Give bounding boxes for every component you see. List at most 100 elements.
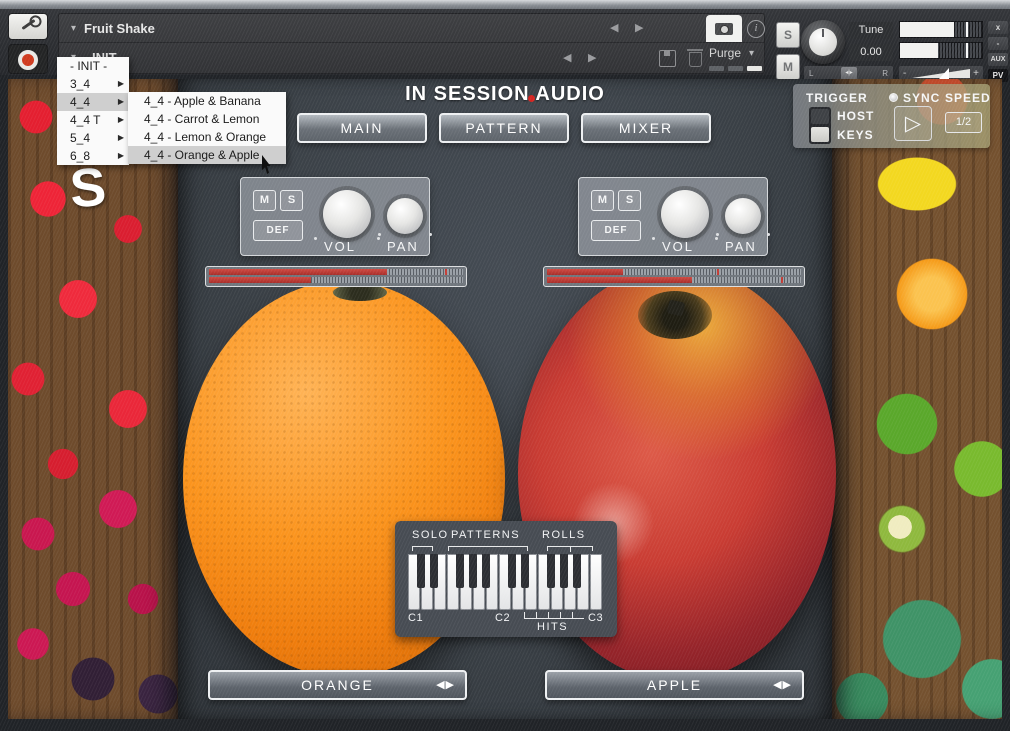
aux-button[interactable]: AUX: [988, 53, 1008, 66]
toggle-host-cell[interactable]: [811, 109, 829, 124]
meter-left: [899, 21, 983, 38]
load-fill: [209, 277, 311, 283]
instrument-body: [1 S IN SESSION AUDIO MAIN PATTERN MIXER…: [8, 79, 1002, 719]
trigger-panel: TRIGGER SYNC SPEED HOST KEYS ▷ 1/2: [793, 84, 990, 148]
preset-menu: - INIT - 3_4 ▶ 4_4 ▶ 4_4 T ▶ 5_4 ▶ 6_8 ▶: [57, 57, 129, 165]
save-icon[interactable]: [659, 50, 676, 67]
toggle-keys-cell[interactable]: [811, 127, 829, 142]
tab-mixer[interactable]: MIXER: [581, 113, 711, 143]
submenu-item-carrot-lemon[interactable]: 4_4 - Carrot & Lemon: [128, 110, 286, 128]
sync-radio[interactable]: [889, 93, 898, 102]
host-label: HOST: [837, 109, 874, 123]
prev-preset-button[interactable]: ◀: [563, 51, 571, 64]
title-dropdown-icon[interactable]: ▾: [71, 23, 76, 34]
fruit-name: APPLE: [647, 677, 702, 693]
volume-knob[interactable]: [661, 190, 709, 238]
channel-strip-apple: M S DEF VOL PAN: [578, 177, 768, 256]
status-bar: [728, 66, 743, 71]
purge-dropdown[interactable]: Purge ▾: [709, 46, 765, 60]
default-button[interactable]: DEF: [253, 220, 303, 241]
header-mute-button[interactable]: M: [776, 54, 800, 80]
patterns-range-label: PATTERNS: [451, 529, 520, 541]
pan-knob[interactable]: [387, 198, 423, 234]
pan-knob[interactable]: [725, 198, 761, 234]
load-bar: [547, 277, 801, 283]
next-fruit-icon[interactable]: ▶: [783, 679, 792, 691]
menu-item-init[interactable]: - INIT -: [57, 57, 129, 75]
brand-record-button[interactable]: [8, 44, 48, 74]
rolls-range-label: ROLLS: [542, 529, 586, 541]
patterns-bracket: [448, 546, 528, 551]
black-key[interactable]: [417, 554, 425, 588]
fruit-selector-apple[interactable]: APPLE ◀▶: [545, 670, 804, 700]
solo-button[interactable]: S: [280, 190, 303, 211]
tune-value[interactable]: 0.00: [849, 44, 893, 61]
memory-status-bars: [709, 66, 762, 71]
load-tick: [781, 277, 783, 283]
black-key[interactable]: [560, 554, 568, 588]
prev-instrument-button[interactable]: ◀: [610, 21, 618, 34]
view-tab[interactable]: [706, 15, 742, 42]
menu-item-4-4t[interactable]: 4_4 T ▶: [57, 111, 129, 129]
next-fruit-icon[interactable]: ▶: [446, 679, 455, 691]
purge-label: Purge: [709, 46, 741, 60]
black-key[interactable]: [456, 554, 464, 588]
volume-knob[interactable]: [323, 190, 371, 238]
octave-label-c3: C3: [588, 612, 603, 624]
vol-label: VOL: [324, 239, 356, 254]
tab-main[interactable]: MAIN: [297, 113, 427, 143]
next-instrument-button[interactable]: ▶: [635, 21, 643, 34]
next-preset-button[interactable]: ▶: [588, 51, 596, 64]
solo-button[interactable]: S: [618, 190, 641, 211]
tab-pattern[interactable]: PATTERN: [439, 113, 569, 143]
play-button[interactable]: ▷: [894, 106, 932, 141]
solo-range-label: SOLO: [412, 529, 449, 541]
meter-tick: [966, 43, 968, 58]
load-bar: [209, 277, 463, 283]
black-key[interactable]: [469, 554, 477, 588]
mute-button[interactable]: M: [253, 190, 276, 211]
trash-icon[interactable]: [689, 52, 702, 67]
status-bar: [709, 66, 724, 71]
load-bar: [547, 269, 801, 275]
fruit-selector-orange[interactable]: ORANGE ◀▶: [208, 670, 467, 700]
load-tick: [717, 269, 719, 275]
header-solo-button[interactable]: S: [776, 22, 800, 48]
menu-item-3-4[interactable]: 3_4 ▶: [57, 75, 129, 93]
window-top-strip: [0, 0, 1010, 9]
wrench-button[interactable]: [8, 13, 48, 40]
close-button[interactable]: x: [988, 21, 1008, 34]
speed-value-button[interactable]: 1/2: [945, 112, 982, 133]
white-key[interactable]: [590, 554, 602, 610]
menu-item-5-4[interactable]: 5_4 ▶: [57, 129, 129, 147]
black-key[interactable]: [573, 554, 581, 588]
tune-label: Tune: [849, 22, 893, 39]
black-key[interactable]: [547, 554, 555, 588]
prev-fruit-icon[interactable]: ◀: [436, 679, 445, 691]
submenu-item-apple-banana[interactable]: 4_4 - Apple & Banana: [128, 92, 286, 110]
minimize-button[interactable]: -: [988, 37, 1008, 50]
black-key[interactable]: [482, 554, 490, 588]
black-key[interactable]: [430, 554, 438, 588]
load-fill: [209, 269, 387, 275]
mute-button[interactable]: M: [591, 190, 614, 211]
solo-bracket: [412, 546, 433, 551]
meter-tick: [966, 22, 968, 37]
tune-knob-cap: [809, 28, 837, 56]
camera-icon: [715, 23, 733, 35]
preset-submenu: 4_4 - Apple & Banana 4_4 - Carrot & Lemo…: [128, 92, 286, 164]
tune-knob[interactable]: [801, 20, 845, 64]
load-bars-apple: [543, 266, 805, 287]
submenu-item-lemon-orange[interactable]: 4_4 - Lemon & Orange: [128, 128, 286, 146]
pan-label: PAN: [725, 239, 757, 254]
menu-item-4-4[interactable]: 4_4 ▶: [57, 93, 129, 111]
prev-fruit-icon[interactable]: ◀: [773, 679, 782, 691]
kontakt-window: ▾ Fruit Shake ◀ ▶ i ▾ - INIT - ◀ ▶: [0, 0, 1010, 731]
host-keys-toggle[interactable]: [809, 107, 831, 144]
info-button[interactable]: i: [747, 20, 765, 38]
default-button[interactable]: DEF: [591, 220, 641, 241]
black-key[interactable]: [521, 554, 529, 588]
keys-label: KEYS: [837, 128, 874, 142]
black-key[interactable]: [508, 554, 516, 588]
menu-item-6-8[interactable]: 6_8 ▶: [57, 147, 129, 165]
